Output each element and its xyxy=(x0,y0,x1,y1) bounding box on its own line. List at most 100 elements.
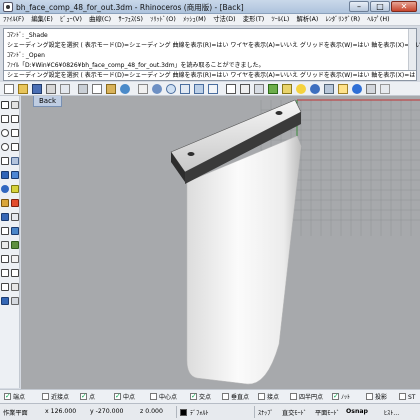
checkbox-icon[interactable] xyxy=(114,392,121,400)
more-tools-icon[interactable] xyxy=(380,84,390,94)
osnap-mid[interactable]: 中点 xyxy=(114,392,135,402)
polyline-icon[interactable] xyxy=(1,115,9,123)
checkbox-icon[interactable] xyxy=(4,392,11,400)
mesh-icon[interactable] xyxy=(11,185,19,193)
checkbox-icon[interactable] xyxy=(190,392,197,400)
close-button[interactable]: ✕ xyxy=(391,1,417,12)
layer-color-swatch[interactable] xyxy=(180,409,187,416)
help-icon[interactable] xyxy=(352,84,362,94)
split-icon[interactable] xyxy=(1,213,9,221)
current-layer[interactable]: ﾃﾞﾌｫﾙﾄ xyxy=(190,408,209,417)
menu-solid[interactable]: ｿﾘｯﾄﾞ(O) xyxy=(150,14,176,26)
join-icon[interactable] xyxy=(11,213,19,221)
arc-icon[interactable] xyxy=(11,129,19,137)
lamp-icon[interactable] xyxy=(296,84,306,94)
osnap-center[interactable]: 中心点 xyxy=(150,393,177,402)
checkbox-icon[interactable] xyxy=(222,393,229,400)
text-icon[interactable] xyxy=(11,157,19,165)
array-icon[interactable] xyxy=(11,269,19,277)
extend-icon[interactable] xyxy=(11,283,19,291)
viewport-canvas[interactable] xyxy=(21,96,420,389)
light-icon[interactable] xyxy=(338,84,348,94)
maximize-button[interactable]: □ xyxy=(370,1,390,12)
layer-icon[interactable] xyxy=(268,84,278,94)
osnap-tangent[interactable]: 接点 xyxy=(258,393,279,402)
osnap-knot[interactable]: ﾉｯﾄ xyxy=(332,392,350,402)
zoom-icon[interactable] xyxy=(166,84,176,94)
checkbox-icon[interactable] xyxy=(258,393,265,400)
mirror-icon[interactable] xyxy=(1,269,9,277)
menu-view[interactable]: ﾋﾞｭｰ(V) xyxy=(60,14,82,26)
minimize-button[interactable]: – xyxy=(349,1,369,12)
properties-icon[interactable] xyxy=(282,84,292,94)
osnap-project[interactable]: 投影 xyxy=(366,393,387,402)
undo-icon[interactable] xyxy=(120,84,130,94)
ortho-toggle[interactable]: 直交ﾓｰﾄﾞ xyxy=(282,408,307,417)
osnap-toggle[interactable]: Osnap xyxy=(346,408,368,415)
osnap-end[interactable]: 端点 xyxy=(4,392,25,402)
rotate-icon[interactable] xyxy=(1,255,9,263)
rhino-app-icon[interactable] xyxy=(3,2,13,12)
copy-object-icon[interactable] xyxy=(11,241,19,249)
group-icon[interactable] xyxy=(11,227,19,235)
menu-curve[interactable]: 曲線(C) xyxy=(89,14,111,26)
history-scrollbar[interactable] xyxy=(408,29,416,71)
back-viewport[interactable]: Back xyxy=(21,96,420,389)
checkbox-icon[interactable] xyxy=(290,393,297,400)
point-icon[interactable] xyxy=(11,101,19,109)
four-views-icon[interactable] xyxy=(226,84,236,94)
print-icon[interactable] xyxy=(46,84,56,94)
viewport-tab-back[interactable]: Back xyxy=(33,96,62,107)
checkbox-icon[interactable] xyxy=(366,393,373,400)
explode-icon[interactable] xyxy=(1,227,9,235)
cut-icon[interactable] xyxy=(78,84,88,94)
snap-toggle[interactable]: ｽﾅｯﾌﾟ xyxy=(258,408,273,417)
menu-file[interactable]: ﾌｧｲﾙ(F) xyxy=(3,14,24,26)
menu-render[interactable]: ﾚﾝﾀﾞﾘﾝｸﾞ(R) xyxy=(326,14,360,26)
osnap-quadrant[interactable]: 四半円点 xyxy=(290,393,323,402)
save-icon[interactable] xyxy=(32,84,42,94)
fillet-icon[interactable] xyxy=(1,199,9,207)
command-prompt-input[interactable]: シェーディング設定を選択 ( 表示モード(D)=シェーディング 曲線を表示(R)… xyxy=(4,70,416,80)
polygon-icon[interactable] xyxy=(1,157,9,165)
menu-help[interactable]: ﾍﾙﾌﾟ(H) xyxy=(367,14,389,26)
new-file-icon[interactable] xyxy=(4,84,14,94)
planar-toggle[interactable]: 平面ﾓｰﾄﾞ xyxy=(315,408,340,417)
checkbox-icon[interactable] xyxy=(42,393,49,400)
move-icon[interactable] xyxy=(1,241,9,249)
cplane-label[interactable]: 作業平面 xyxy=(3,408,28,417)
ellipse-icon[interactable] xyxy=(1,143,9,151)
menu-surface[interactable]: ｻｰﾌｪｽ(S) xyxy=(118,14,143,26)
menu-tools[interactable]: ﾂｰﾙ(L) xyxy=(271,14,289,26)
box-icon[interactable] xyxy=(11,171,19,179)
dimension-icon[interactable] xyxy=(11,297,19,305)
osnap-perpendicular[interactable]: 垂直点 xyxy=(222,393,249,402)
options-icon[interactable] xyxy=(366,84,376,94)
osnap-near[interactable]: 近接点 xyxy=(42,393,69,402)
trim-icon[interactable] xyxy=(11,199,19,207)
sphere-icon[interactable] xyxy=(1,185,9,193)
osnap-intersection[interactable]: 交点 xyxy=(190,392,211,402)
menu-mesh[interactable]: ﾒｯｼｭ(M) xyxy=(183,14,206,26)
open-folder-icon[interactable] xyxy=(18,84,28,94)
material-icon[interactable] xyxy=(324,84,334,94)
paste-icon[interactable] xyxy=(106,84,116,94)
rectangle-icon[interactable] xyxy=(11,143,19,151)
scale-icon[interactable] xyxy=(11,255,19,263)
checkbox-icon[interactable] xyxy=(399,393,406,400)
osnap-point[interactable]: 点 xyxy=(80,392,95,402)
curve-icon[interactable] xyxy=(11,115,19,123)
menu-transform[interactable]: 変形(T) xyxy=(243,14,264,26)
pan-icon[interactable] xyxy=(138,84,148,94)
rotate-view-icon[interactable] xyxy=(152,84,162,94)
osnap-smarttrack[interactable]: ST xyxy=(399,393,415,402)
checkbox-icon[interactable] xyxy=(80,392,87,400)
offset-icon[interactable] xyxy=(1,283,9,291)
render-icon[interactable] xyxy=(310,84,320,94)
grid-icon[interactable] xyxy=(240,84,250,94)
zoom-selected-icon[interactable] xyxy=(208,84,218,94)
surface-icon[interactable] xyxy=(1,171,9,179)
zoom-window-icon[interactable] xyxy=(180,84,190,94)
select-icon[interactable] xyxy=(254,84,264,94)
select-arrow-icon[interactable] xyxy=(1,101,9,109)
